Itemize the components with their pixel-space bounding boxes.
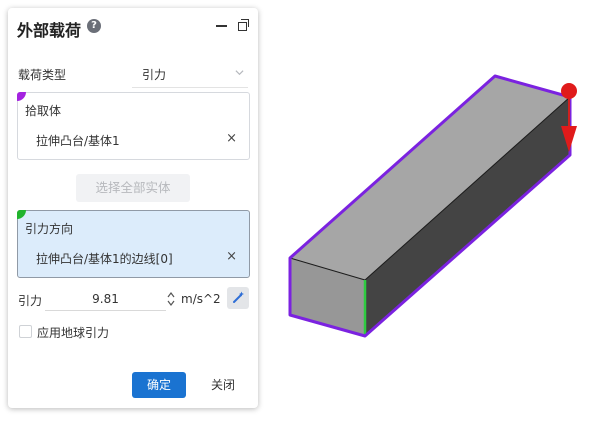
magic-wand-icon [233, 291, 244, 303]
gravity-direction-item: 拉伸凸台/基体1的边线[0] [36, 252, 173, 266]
remove-direction-icon[interactable]: × [226, 250, 237, 264]
gravity-origin-marker [561, 83, 577, 99]
gravity-label: 引力 [18, 294, 43, 308]
gravity-direction-title: 引力方向 [25, 222, 74, 236]
direction-marker [17, 210, 26, 219]
load-type-label: 载荷类型 [18, 68, 67, 82]
pick-body-item: 拉伸凸台/基体1 [36, 134, 120, 148]
gravity-value-input[interactable]: 9.81 [45, 288, 166, 311]
external-load-dialog: 外部载荷 ? 载荷类型 引力 拾取体 拉伸凸台/基体1 × 选择全部实体 引力方… [8, 8, 258, 408]
load-type-value: 引力 [142, 68, 167, 82]
pick-marker [17, 92, 26, 101]
reverse-direction-button[interactable] [227, 287, 249, 309]
earth-gravity-checkbox[interactable] [19, 325, 32, 338]
help-icon[interactable]: ? [87, 19, 101, 33]
dialog-title: 外部载荷 [17, 21, 82, 40]
gravity-unit: m/s^2 [181, 292, 221, 306]
extruded-block[interactable] [288, 74, 572, 338]
select-all-bodies-button[interactable]: 选择全部实体 [76, 174, 190, 202]
chevron-down-icon [235, 70, 244, 76]
pick-body-box[interactable]: 拾取体 拉伸凸台/基体1 × [17, 92, 250, 160]
restore-window-icon[interactable] [237, 18, 251, 32]
load-type-select[interactable]: 引力 [132, 63, 248, 88]
model-viewport[interactable] [260, 0, 589, 422]
remove-pick-body-icon[interactable]: × [226, 132, 237, 146]
pick-body-title: 拾取体 [25, 104, 62, 118]
spinner-icon[interactable] [166, 290, 176, 308]
ok-button[interactable]: 确定 [132, 372, 186, 398]
close-button[interactable]: 关闭 [199, 372, 247, 398]
gravity-direction-box[interactable]: 引力方向 拉伸凸台/基体1的边线[0] × [17, 210, 250, 278]
earth-gravity-label: 应用地球引力 [37, 326, 110, 340]
minimize-icon[interactable] [215, 18, 229, 32]
